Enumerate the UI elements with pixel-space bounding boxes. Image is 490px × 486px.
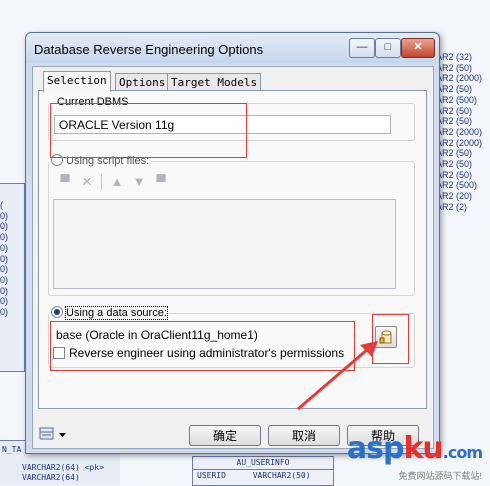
toolbar-separator <box>101 174 104 190</box>
watermark: aspku.com 免费网站源码下载站! <box>346 431 483 482</box>
script-files-list[interactable] <box>53 199 396 289</box>
background-fragment-label: 0) <box>0 285 9 296</box>
cancel-button[interactable]: 取消 <box>268 425 340 446</box>
background-fragment-label: 0) <box>0 264 9 275</box>
background-fragment-label: 0) <box>0 242 9 253</box>
maximize-button[interactable]: □ <box>375 38 401 58</box>
tab-target-models[interactable]: Target Models <box>167 73 262 91</box>
column-name: USERID <box>197 471 226 480</box>
background-fragment-label: 0) <box>0 307 9 318</box>
background-type-label: AR2 (50) <box>436 148 473 159</box>
ok-button[interactable]: 确定 <box>189 425 261 446</box>
background-type-label: AR2 (500) <box>436 94 478 105</box>
background-fragment-label: 0) <box>0 274 9 285</box>
model-icon <box>39 427 66 440</box>
background-type-label: AR2 (20) <box>436 191 473 202</box>
annotation-arrow-icon <box>297 341 378 411</box>
background-fragment-label: 0) <box>0 221 9 232</box>
background-type-label: AR2 (50) <box>436 62 473 73</box>
background-type-label: AR2 (50) <box>436 105 473 116</box>
data-source-option[interactable]: Using a data source: <box>49 306 169 320</box>
background-left-fragments: (0) 0) 0) 0) 0) 0) 0) 0) 0) 0) <box>0 200 24 318</box>
script-files-group: Using script files: ▀ ✕ ▲ ▼ ▀ <box>48 154 415 296</box>
background-fragment-label: ( <box>0 200 3 210</box>
bg-row: VARCHAR2(64) <box>22 473 80 482</box>
background-fragment-label: 0) <box>0 253 9 264</box>
column-type: VARCHAR2(50) <box>252 471 311 480</box>
tab-selection[interactable]: Selection <box>43 71 111 92</box>
table-name: AU_USERINFO <box>193 457 333 470</box>
background-fragment-label: 0) <box>0 210 9 221</box>
data-source-radio[interactable] <box>51 306 63 318</box>
dialog-title: Database Reverse Engineering Options <box>34 42 264 57</box>
highlight-current-dbms <box>50 103 247 158</box>
model-menu[interactable] <box>39 425 69 443</box>
title-bar[interactable]: Database Reverse Engineering Options — □… <box>26 33 439 63</box>
background-type-label: AR2 (500) <box>436 180 478 191</box>
background-table-au-userinfo: AU_USERINFO USERID VARCHAR2(50) <box>192 456 334 486</box>
background-type-label: AR2 (50) <box>436 116 473 127</box>
table-row: USERID VARCHAR2(50) <box>193 470 333 482</box>
move-up-icon[interactable]: ▲ <box>109 174 125 190</box>
close-button[interactable]: ✕ <box>401 38 435 58</box>
background-type-label: AR2 (2000) <box>436 73 483 84</box>
tab-options[interactable]: Options <box>115 73 170 91</box>
watermark-logo: aspku.com <box>346 431 483 466</box>
edit-icon[interactable]: ▀ <box>153 174 169 190</box>
bg-row: VARCHAR2(64) <pk> <box>22 463 104 472</box>
background-type-label: AR2 (50) <box>436 169 473 180</box>
delete-icon[interactable]: ✕ <box>79 174 95 190</box>
background-type-label: AR2 (50) <box>436 159 473 170</box>
background-type-label: AR2 (32) <box>436 52 473 62</box>
background-fragment-label: 0) <box>0 232 9 243</box>
background-type-label: AR2 (2000) <box>436 137 483 148</box>
background-column-types: AR2 (32) AR2 (50) AR2 (2000) AR2 (50) AR2 (5… <box>436 52 490 213</box>
background-fragment-label: 0) <box>0 296 9 307</box>
minimize-button[interactable]: — <box>349 38 375 58</box>
background-type-label: AR2 (50) <box>436 84 473 95</box>
move-down-icon[interactable]: ▼ <box>131 174 147 190</box>
watermark-subtitle: 免费网站源码下载站! <box>398 471 482 481</box>
background-type-label: AR2 (2000) <box>436 126 483 137</box>
background-type-label: AR2 (2) <box>436 201 468 212</box>
data-source-label: Using a data source: <box>65 306 168 320</box>
script-toolbar: ▀ ✕ ▲ ▼ ▀ <box>57 174 257 190</box>
add-files-icon[interactable]: ▀ <box>57 174 73 190</box>
